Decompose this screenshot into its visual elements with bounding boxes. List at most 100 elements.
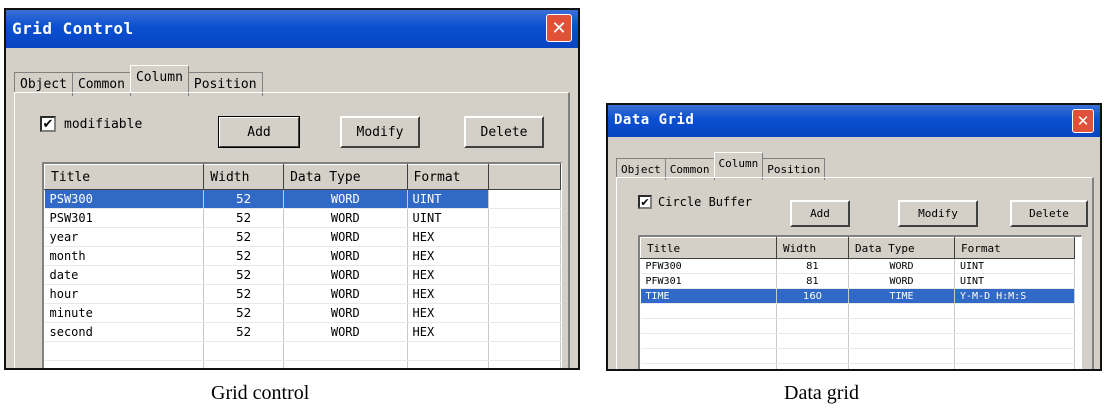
cell-data-type: WORD: [283, 246, 408, 266]
tab-column[interactable]: Column: [713, 152, 764, 177]
modifiable-checkbox[interactable]: ✔: [40, 116, 56, 132]
column-header-width[interactable]: Width: [776, 237, 849, 259]
circle-buffer-checkbox-row[interactable]: ✔ Circle Buffer: [638, 195, 752, 209]
circle-buffer-checkbox[interactable]: ✔: [638, 195, 652, 209]
cell-width: 52: [203, 208, 285, 228]
titlebar: Grid Control ✕: [6, 10, 578, 48]
modifiable-checkbox-row[interactable]: ✔ modifiable: [40, 116, 142, 132]
empty-row: [640, 333, 1075, 349]
cell-empty: [776, 333, 849, 349]
cell-title: PFW301: [640, 273, 777, 289]
cell-width: 52: [203, 322, 285, 342]
cell-data-type: WORD: [283, 265, 408, 285]
table-row[interactable]: PSW301 52 WORD UINT: [44, 208, 561, 228]
empty-row: [640, 318, 1075, 334]
column-header-title[interactable]: Title: [640, 237, 777, 259]
cell-empty: [954, 363, 1075, 369]
cell-width: 52: [203, 189, 285, 209]
table-row[interactable]: PSW300 52 WORD UINT: [44, 189, 561, 209]
table-row[interactable]: hour 52 WORD HEX: [44, 284, 561, 304]
cell-format: UINT: [954, 258, 1075, 274]
empty-row: [640, 363, 1075, 369]
cell-empty: [283, 360, 408, 368]
column-header-format[interactable]: Format: [406, 164, 490, 190]
close-icon[interactable]: ✕: [1072, 109, 1094, 133]
modify-button[interactable]: Modify: [898, 200, 978, 227]
column-header-data-type[interactable]: Data Type: [848, 237, 955, 259]
grid-header-row: Title Width Data Type Format: [640, 237, 1075, 259]
table-row[interactable]: month 52 WORD HEX: [44, 246, 561, 266]
table-row[interactable]: year 52 WORD HEX: [44, 227, 561, 247]
window-title: Data Grid: [614, 112, 695, 128]
cell-empty: [203, 341, 285, 361]
cell-title: PSW301: [44, 208, 205, 228]
cell-data-type: WORD: [283, 208, 408, 228]
column-header-format[interactable]: Format: [954, 237, 1075, 259]
circle-buffer-label: Circle Buffer: [658, 195, 752, 209]
cell-empty: [640, 333, 777, 349]
cell-empty: [640, 303, 777, 319]
cell-format: UINT: [407, 189, 490, 209]
cell-format: UINT: [954, 273, 1075, 289]
table-row[interactable]: date 52 WORD HEX: [44, 265, 561, 285]
delete-button[interactable]: Delete: [1010, 200, 1088, 227]
delete-button[interactable]: Delete: [464, 116, 544, 148]
add-button[interactable]: Add: [218, 116, 300, 148]
cell-blank: [488, 208, 561, 228]
column-grid[interactable]: Title Width Data Type Format PSW300 52 WOR…: [42, 162, 562, 368]
column-header-data-type[interactable]: Data Type: [283, 164, 408, 190]
cell-data-type: WORD: [283, 322, 408, 342]
cell-data-type: WORD: [283, 284, 408, 304]
cell-width: 52: [203, 246, 285, 266]
cell-empty: [776, 348, 849, 364]
cell-title: TIME: [640, 288, 777, 304]
cell-blank: [488, 303, 561, 323]
column-header-width[interactable]: Width: [203, 164, 285, 190]
cell-width: 160: [776, 288, 849, 304]
cell-empty: [954, 348, 1075, 364]
modifiable-label: modifiable: [64, 116, 143, 132]
cell-format: Y-M-D H:M:S: [954, 288, 1075, 304]
cell-data-type: WORD: [848, 258, 955, 274]
column-header-blank: [488, 164, 561, 190]
column-header-title[interactable]: Title: [44, 164, 205, 190]
cell-blank: [488, 189, 561, 209]
modify-button[interactable]: Modify: [340, 116, 420, 148]
table-row[interactable]: minute 52 WORD HEX: [44, 303, 561, 323]
table-row[interactable]: TIME 160 TIME Y-M-D H:M:S: [640, 288, 1075, 304]
empty-row: [44, 360, 561, 368]
grid-control-dialog: Grid Control ✕ Object Common Column Posi…: [4, 8, 580, 370]
cell-title: year: [44, 227, 205, 247]
column-grid[interactable]: Title Width Data Type Format PFW300 81 WOR…: [638, 235, 1082, 369]
table-row[interactable]: PFW300 81 WORD UINT: [640, 258, 1075, 274]
table-row[interactable]: second 52 WORD HEX: [44, 322, 561, 342]
cell-empty: [488, 341, 561, 361]
cell-blank: [488, 322, 561, 342]
cell-empty: [954, 318, 1075, 334]
cell-blank: [488, 265, 561, 285]
tab-column[interactable]: Column: [129, 65, 189, 93]
cell-empty: [954, 333, 1075, 349]
titlebar: Data Grid ✕: [608, 105, 1100, 137]
cell-format: HEX: [407, 303, 490, 323]
table-row[interactable]: PFW301 81 WORD UINT: [640, 273, 1075, 289]
cell-empty: [848, 303, 955, 319]
cell-empty: [640, 318, 777, 334]
cell-blank: [488, 227, 561, 247]
cell-empty: [407, 341, 490, 361]
cell-empty: [776, 318, 849, 334]
cell-blank: [488, 284, 561, 304]
cell-title: month: [44, 246, 205, 266]
cell-empty: [203, 360, 285, 368]
cell-format: HEX: [407, 265, 490, 285]
cell-empty: [407, 360, 490, 368]
close-icon[interactable]: ✕: [546, 14, 572, 42]
cell-title: date: [44, 265, 205, 285]
cell-format: UINT: [407, 208, 490, 228]
caption-data-grid: Data grid: [784, 382, 859, 404]
add-button[interactable]: Add: [790, 200, 850, 227]
cell-empty: [848, 318, 955, 334]
cell-data-type: TIME: [848, 288, 955, 304]
cell-blank: [488, 246, 561, 266]
cell-empty: [44, 360, 205, 368]
